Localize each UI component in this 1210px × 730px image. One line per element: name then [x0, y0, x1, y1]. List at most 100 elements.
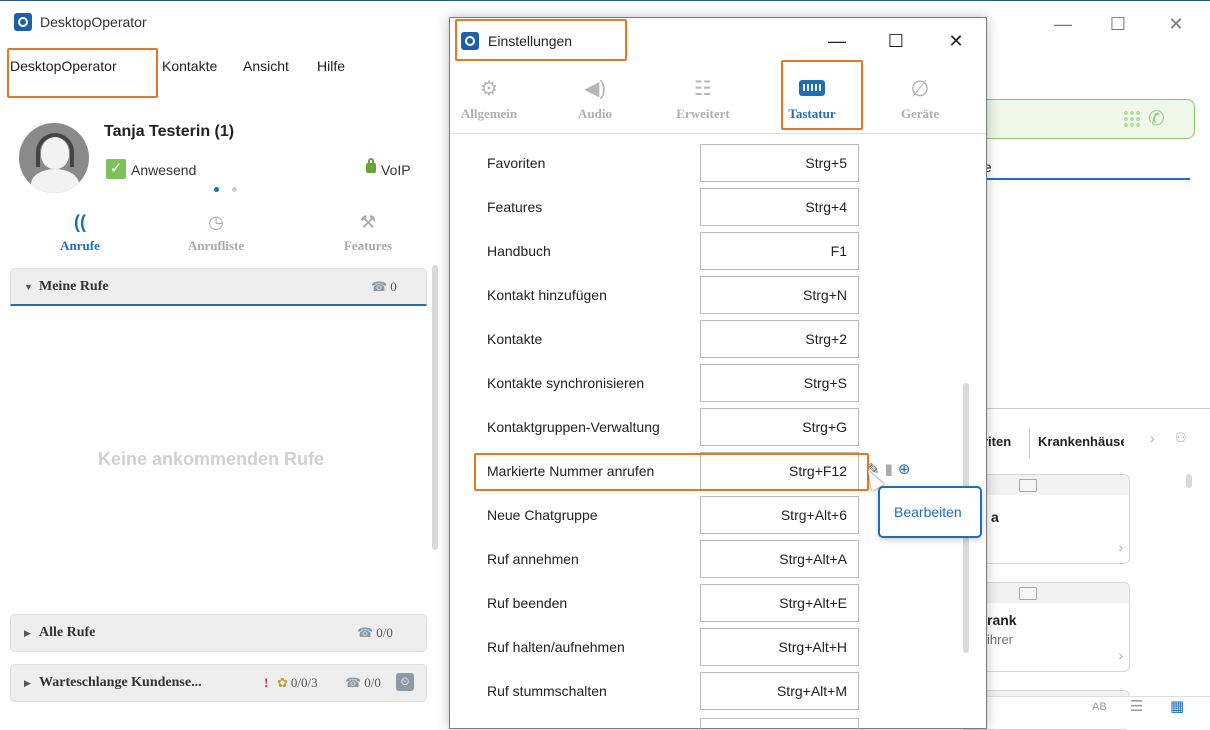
tab-anrufe[interactable]: (( Anrufe: [20, 212, 140, 254]
minimize-button[interactable]: —: [1043, 9, 1083, 39]
shortcut-row: Kontakte synchronisieren Strg+S: [450, 362, 970, 406]
avatar[interactable]: [19, 123, 89, 193]
shortcut-key-input-partial[interactable]: [700, 718, 859, 730]
advanced-list-icon: ☷: [694, 78, 712, 100]
divider: [960, 408, 1210, 409]
chevron-right-icon[interactable]: ›: [1118, 647, 1123, 663]
tab-anrufe-label: Anrufe: [60, 238, 100, 253]
pager-dot[interactable]: [232, 187, 237, 192]
dialog-minimize-button[interactable]: —: [817, 28, 857, 54]
section-queue[interactable]: ▶ Warteschlange Kundense... ! ✿ 0/0/3 ☎ 0/…: [10, 664, 427, 702]
phone-icon: ☎: [357, 625, 374, 640]
section-all-calls[interactable]: ▶ Alle Rufe ☎ 0/0: [10, 614, 427, 652]
shortcut-key-input[interactable]: Strg+Alt+E: [700, 584, 859, 622]
gears-icon: ⚙: [480, 78, 498, 100]
shortcut-key-input[interactable]: Strg+5: [700, 144, 859, 182]
shortcut-name: Kontaktgruppen-Verwaltung: [487, 419, 660, 435]
menu-desktopoperator[interactable]: DesktopOperator: [10, 58, 117, 74]
clock-icon: ◷: [208, 212, 224, 232]
dialog-title: Einstellungen: [488, 33, 573, 49]
app-logo-icon: [14, 13, 32, 31]
shortcut-key-input[interactable]: Strg+G: [700, 408, 859, 446]
tab-tastatur[interactable]: Tastatur: [772, 76, 852, 122]
queue-settings-icon[interactable]: ⏲: [396, 673, 414, 691]
delete-trash-icon[interactable]: ▮: [885, 460, 893, 478]
expand-caret-icon: ▶: [24, 628, 31, 638]
tab-audio[interactable]: ◀) Audio: [555, 76, 635, 122]
right-scrollbar[interactable]: [1186, 474, 1192, 488]
shortcut-name: Kontakte synchronisieren: [487, 375, 645, 391]
queue-agents: ✿ 0/0/3: [277, 675, 318, 691]
grid-view-icon[interactable]: ▦: [1170, 697, 1184, 715]
queue-count-value: 0/0: [364, 675, 381, 690]
globe-icon[interactable]: ⊕: [898, 460, 911, 478]
chevron-right-icon[interactable]: ›: [1150, 430, 1155, 446]
tab-erweitert-label: Erweitert: [676, 106, 730, 121]
tab-geraete[interactable]: ∅ Geräte: [880, 76, 960, 122]
shortcut-key-input[interactable]: F1: [700, 232, 859, 270]
shortcut-name: Markierte Nummer anrufen: [487, 463, 655, 479]
phone-icon: ☎: [371, 279, 388, 294]
app-logo-icon: [461, 32, 479, 50]
shortcut-name: Kontakte: [487, 331, 543, 347]
collapse-caret-icon: ▼: [24, 282, 33, 292]
tab-geraete-label: Geräte: [900, 106, 940, 121]
shortcut-key-input[interactable]: Strg+S: [700, 364, 859, 402]
shortcut-name: Ruf annehmen: [487, 551, 579, 567]
shortcut-key-input[interactable]: Strg+4: [700, 188, 859, 226]
chevron-right-icon[interactable]: ›: [1118, 539, 1123, 555]
dialog-close-button[interactable]: ✕: [936, 28, 976, 54]
tab-features[interactable]: ⚒ Features: [308, 212, 428, 254]
menu-ansicht[interactable]: Ansicht: [243, 58, 289, 74]
tab-allgemein[interactable]: ⚙ Allgemein: [449, 76, 529, 122]
behind-tab-favoriten[interactable]: riten: [983, 434, 1011, 449]
tab-erweitert[interactable]: ☷ Erweitert: [663, 76, 743, 122]
maximize-button[interactable]: ☐: [1098, 9, 1138, 39]
queue-count: ☎ 0/0: [345, 675, 381, 691]
section-queue-title: Warteschlange Kundense...: [39, 675, 202, 690]
group-icon[interactable]: ⚇: [1175, 430, 1187, 446]
shortcut-key-input[interactable]: Strg+Alt+H: [700, 628, 859, 666]
left-scrollbar[interactable]: [432, 265, 438, 550]
tab-audio-label: Audio: [578, 106, 612, 121]
expand-caret-icon: ▶: [24, 678, 31, 688]
shortcut-row: Ruf beenden Strg+Alt+E: [450, 582, 970, 626]
menu-hilfe[interactable]: Hilfe: [317, 58, 345, 74]
shortcut-row: Kontakt hinzufügen Strg+N: [450, 274, 970, 318]
shortcut-name: Ruf halten/aufnehmen: [487, 639, 625, 655]
close-button[interactable]: ✕: [1156, 9, 1196, 39]
behind-tab-krankenhaeuser[interactable]: Krankenhäuse: [1038, 434, 1124, 449]
shortcut-key-input[interactable]: Strg+F12: [700, 452, 859, 490]
menu-kontakte[interactable]: Kontakte: [162, 58, 217, 74]
lock-icon: [366, 158, 376, 173]
keyboard-icon: [772, 76, 852, 102]
section-all-calls-title: Alle Rufe: [39, 625, 96, 640]
shortcut-key-input[interactable]: Strg+Alt+6: [700, 496, 859, 534]
shortcut-key-input[interactable]: Strg+Alt+M: [700, 672, 859, 710]
shortcut-key-input[interactable]: Strg+N: [700, 276, 859, 314]
mail-icon[interactable]: [1019, 587, 1037, 600]
status-check-icon[interactable]: ✓: [106, 159, 126, 179]
mail-icon[interactable]: [1019, 479, 1037, 492]
list-view-icon[interactable]: ☰: [1130, 697, 1143, 715]
shortcut-name: Handbuch: [487, 243, 551, 259]
sort-alpha-text: AB: [1092, 701, 1107, 713]
my-calls-count-value: 0: [390, 279, 397, 294]
shortcut-name: Ruf beenden: [487, 595, 568, 611]
pager-dot-active[interactable]: [214, 187, 219, 192]
sort-alpha-icon[interactable]: AB: [1092, 697, 1107, 713]
tooltip-text: Bearbeiten: [894, 504, 962, 520]
dialog-maximize-button[interactable]: ☐: [876, 28, 916, 54]
shortcut-row: Kontakte Strg+2: [450, 318, 970, 362]
empty-calls-text: Keine ankommenden Rufe: [98, 449, 325, 469]
tab-anrufliste[interactable]: ◷ Anrufliste: [156, 212, 276, 254]
tab-divider: [450, 133, 986, 134]
section-my-calls[interactable]: ▼ Meine Rufe ☎ 0: [10, 268, 427, 306]
divider: [1029, 428, 1030, 458]
all-calls-count-value: 0/0: [376, 625, 393, 640]
shortcut-key-input[interactable]: Strg+2: [700, 320, 859, 358]
dialpad-icon[interactable]: [1123, 110, 1141, 128]
presence-status[interactable]: Anwesend: [131, 162, 196, 178]
shortcut-key-input[interactable]: Strg+Alt+A: [700, 540, 859, 578]
call-icon[interactable]: ✆: [1148, 106, 1165, 131]
